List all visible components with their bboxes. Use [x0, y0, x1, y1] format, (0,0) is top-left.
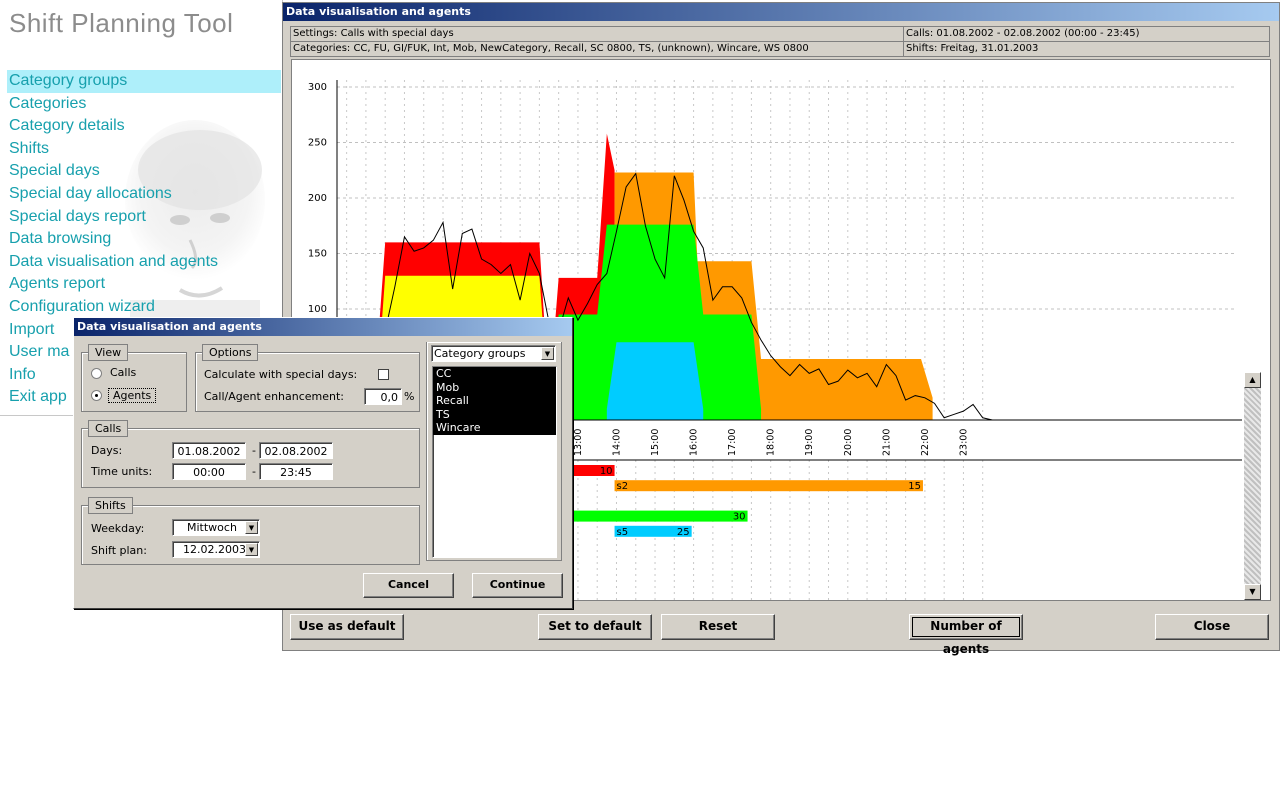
calls-group: Calls Days: 01.08.2002 - 02.08.2002 Time…	[81, 420, 420, 488]
number-of-agents-button[interactable]: Number of agents	[909, 614, 1023, 656]
x-tick-label: 13:00	[573, 429, 584, 456]
use-as-default-button[interactable]: Use as default	[290, 614, 404, 640]
y-tick-label: 300	[308, 82, 327, 93]
chart-scrollbar[interactable]: ▲ ▼	[1244, 372, 1261, 600]
menu-item[interactable]: Data browsing	[7, 228, 281, 251]
info-panel: Settings: Calls with special days Calls:…	[290, 26, 1270, 57]
settings-text: Settings: Calls with special days	[291, 27, 904, 41]
categories-text: Categories: CC, FU, GI/FUK, Int, Mob, Ne…	[291, 42, 904, 56]
enhancement-input[interactable]: 0,0	[364, 388, 402, 405]
menu-item[interactable]: Data visualisation and agents	[7, 251, 281, 274]
scroll-up-icon[interactable]: ▲	[1244, 372, 1261, 388]
shift-bar	[614, 480, 923, 492]
y-tick-label: 100	[308, 304, 327, 315]
menu-item[interactable]: Category groups	[7, 70, 281, 93]
y-tick-label: 200	[308, 193, 327, 204]
main-window-titlebar: Data visualisation and agents	[283, 3, 1279, 21]
x-tick-label: 19:00	[804, 429, 815, 456]
days-to-input[interactable]: 02.08.2002	[259, 442, 333, 459]
set-to-default-button[interactable]: Set to default	[538, 614, 652, 640]
x-tick-label: 14:00	[611, 429, 622, 456]
category-list-item[interactable]: TS	[433, 407, 556, 421]
chevron-down-icon[interactable]: ▼	[541, 347, 554, 360]
category-list-item[interactable]: Recall	[433, 394, 556, 408]
category-groups-value: Category groups	[434, 347, 526, 360]
x-tick-label: 21:00	[881, 429, 892, 456]
shift-bar-value: 25	[677, 527, 690, 538]
weekday-label: Weekday:	[91, 522, 145, 535]
y-tick-label: 250	[308, 138, 327, 149]
view-legend: View	[88, 344, 129, 361]
menu-item[interactable]: Agents report	[7, 273, 281, 296]
agents-radio-label: Agents	[108, 388, 157, 403]
menu-item[interactable]: Category details	[7, 115, 281, 138]
reset-button[interactable]: Reset	[661, 614, 775, 640]
close-button[interactable]: Close	[1155, 614, 1269, 640]
chevron-down-icon[interactable]: ▼	[245, 543, 258, 556]
app-title: Shift Planning Tool	[9, 8, 234, 38]
x-tick-label: 15:00	[650, 429, 661, 456]
shift-bar	[558, 510, 748, 522]
chevron-down-icon[interactable]: ▼	[245, 521, 258, 534]
shift-bar-value: 15	[908, 481, 921, 492]
calls-radio-label: Calls	[110, 366, 137, 379]
settings-dialog: Data visualisation and agents View Calls…	[73, 317, 573, 609]
x-tick-label: 18:00	[766, 429, 777, 456]
shift-bar-value: 30	[733, 512, 746, 523]
category-groups-select[interactable]: Category groups ▼	[431, 345, 556, 362]
enhancement-label: Call/Agent enhancement:	[204, 390, 345, 403]
view-group: View Calls Agents	[81, 344, 187, 412]
days-separator: -	[252, 444, 256, 457]
category-list-item[interactable]: Wincare	[433, 421, 556, 435]
menu-item[interactable]: Special day allocations	[7, 183, 281, 206]
continue-button[interactable]: Continue	[472, 573, 563, 598]
menu-item[interactable]: Special days	[7, 160, 281, 183]
agents-radio[interactable]	[91, 390, 102, 401]
menu-item[interactable]: Categories	[7, 93, 281, 116]
x-tick-label: 17:00	[727, 429, 738, 456]
calc-special-days-checkbox[interactable]	[378, 369, 389, 380]
calls-range-text: Calls: 01.08.2002 - 02.08.2002 (00:00 - …	[906, 28, 1140, 39]
dialog-titlebar: Data visualisation and agents	[74, 318, 572, 336]
x-tick-label: 20:00	[843, 429, 854, 456]
time-to-input[interactable]: 23:45	[259, 463, 333, 480]
shifts-group: Shifts Weekday: Mittwoch ▼ Shift plan: 1…	[81, 497, 420, 565]
enhancement-unit: %	[404, 390, 415, 403]
shift-bar-value: 10	[600, 466, 613, 477]
days-from-input[interactable]: 01.08.2002	[172, 442, 246, 459]
weekday-select[interactable]: Mittwoch ▼	[172, 519, 260, 536]
time-separator: -	[252, 465, 256, 478]
time-from-input[interactable]: 00:00	[172, 463, 246, 480]
shift-plan-value: 12.02.2003	[183, 543, 246, 556]
menu-item[interactable]: Shifts	[7, 138, 281, 161]
options-group: Options Calculate with special days: Cal…	[195, 344, 420, 412]
days-label: Days:	[91, 444, 123, 457]
x-tick-label: 16:00	[689, 429, 700, 456]
shift-bar-name: s2	[617, 481, 629, 492]
x-tick-label: 22:00	[920, 429, 931, 456]
time-units-label: Time units:	[91, 465, 153, 478]
x-tick-label: 23:00	[958, 429, 969, 456]
calls-radio[interactable]	[91, 368, 102, 379]
category-list-item[interactable]: Mob	[433, 380, 556, 394]
shifts-legend: Shifts	[88, 497, 133, 514]
shifts-text: Shifts: Freitag, 31.01.2003	[906, 43, 1039, 54]
cancel-button[interactable]: Cancel	[363, 573, 454, 598]
shift-plan-label: Shift plan:	[91, 544, 147, 557]
menu-item[interactable]: Configuration wizard	[7, 296, 281, 319]
shift-bar-name: s5	[617, 527, 629, 538]
options-legend: Options	[202, 344, 259, 361]
shift-plan-select[interactable]: 12.02.2003 ▼	[172, 541, 260, 558]
calls-legend: Calls	[88, 420, 129, 437]
category-list-item[interactable]: CC	[433, 367, 556, 381]
menu-item[interactable]: Special days report	[7, 206, 281, 229]
calc-special-days-label: Calculate with special days:	[204, 368, 358, 381]
category-list[interactable]: CC Mob Recall TS Wincare	[432, 366, 557, 558]
scroll-down-icon[interactable]: ▼	[1244, 584, 1261, 600]
y-tick-label: 150	[308, 249, 327, 260]
area-layer-cyan	[606, 342, 704, 420]
scroll-track[interactable]	[1244, 388, 1261, 584]
weekday-value: Mittwoch	[187, 521, 237, 534]
